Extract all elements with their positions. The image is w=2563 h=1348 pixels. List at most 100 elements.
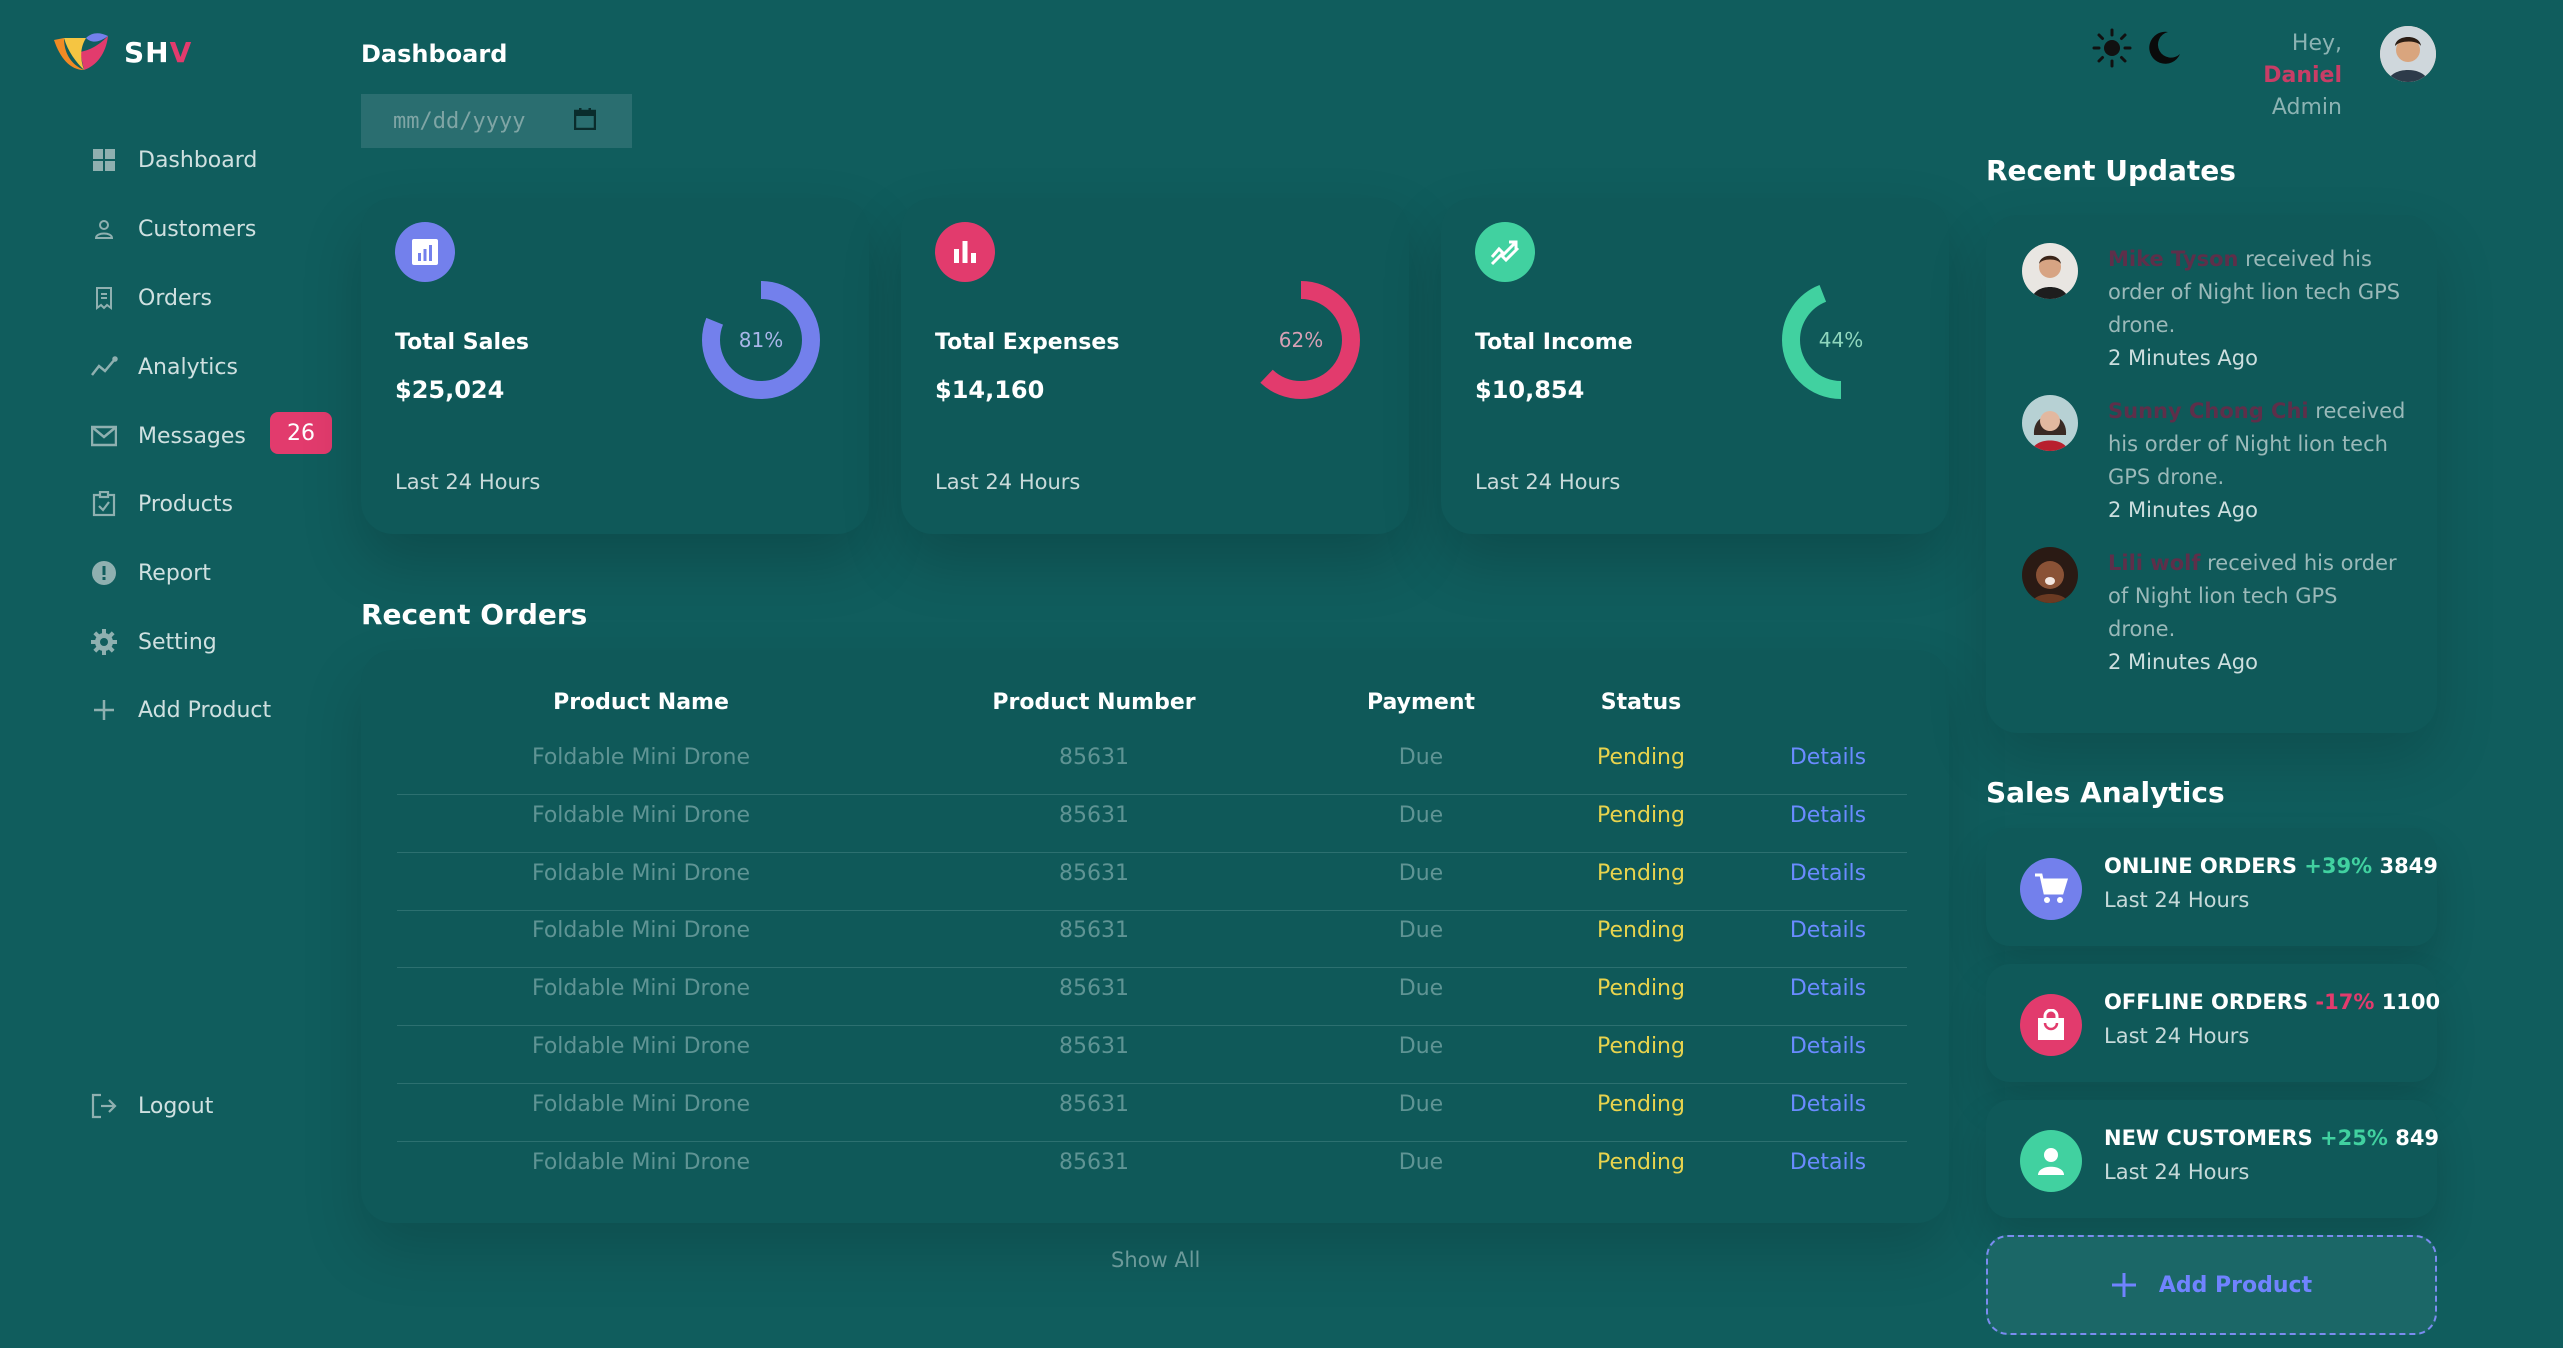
table-row: Foldable Mini Drone 85631 Due Pending Detail… <box>397 1142 1907 1200</box>
recent-orders-title: Recent Orders <box>361 598 588 631</box>
analytics-item-offline-orders: OFFLINE ORDERS -17% 1100 Last 24 Hours <box>1986 964 2441 1082</box>
sidebar-item-products[interactable]: Products <box>90 484 233 524</box>
details-link[interactable]: Details <box>1790 918 1866 943</box>
insight-subtitle: Last 24 Hours <box>1475 470 1621 494</box>
moon-icon <box>2149 31 2180 64</box>
status-cell: Pending <box>1597 1091 1685 1117</box>
details-link[interactable]: Details <box>1790 745 1866 770</box>
recent-orders-table: Product Name Product Number Payment Stat… <box>361 650 1949 1223</box>
sidebar-item-dashboard[interactable]: Dashboard <box>90 140 257 180</box>
analytics-change: +25% <box>2320 1126 2388 1150</box>
insight-card-sales: Total Sales $25,024 Last 24 Hours 81% <box>361 198 869 534</box>
messages-count-badge: 26 <box>270 412 332 454</box>
sidebar-item-setting[interactable]: Setting <box>90 622 217 662</box>
avatar <box>2022 395 2078 451</box>
sidebar-item-orders[interactable]: Orders <box>90 278 212 318</box>
payment-cell: Due <box>1398 860 1444 886</box>
sidebar-item-label: Analytics <box>138 354 238 380</box>
status-cell: Pending <box>1597 1034 1685 1059</box>
sidebar-item-label: Add Product <box>138 697 272 723</box>
add-product-label: Add Product <box>2158 1272 2313 1298</box>
table-row: Foldable Mini Drone 85631 Due Pending Detail… <box>397 910 1907 969</box>
calendar-icon[interactable] <box>574 108 596 130</box>
progress-percent: 81% <box>739 328 783 352</box>
status-cell: Pending <box>1597 802 1685 828</box>
column-header-status: Status <box>1600 690 1682 715</box>
insight-card-income: Total Income $10,854 Last 24 Hours 44% <box>1441 198 1949 534</box>
sidebar-item-label: Messages <box>138 423 246 449</box>
add-product-button[interactable]: Add Product <box>1986 1235 2437 1335</box>
app-name: SHV <box>124 35 193 69</box>
analytics-item-new-customers: NEW CUSTOMERS +25% 849 Last 24 Hours <box>1986 1100 2439 1218</box>
plus-icon <box>90 696 118 724</box>
logout-icon <box>90 1092 118 1120</box>
user-greeting: Hey, Daniel Admin <box>2220 28 2342 124</box>
analytics-title: NEW CUSTOMERS <box>2104 1126 2313 1150</box>
insight-subtitle: Last 24 Hours <box>935 470 1081 494</box>
date-input[interactable]: mm/dd/yyyy <box>361 94 632 148</box>
product-name-cell: Foldable Mini Drone <box>531 802 751 828</box>
analytics-value: 3849 <box>2379 854 2438 878</box>
update-time: 2 Minutes Ago <box>2108 498 2258 522</box>
update-user-name: Mike Tyson <box>2108 247 2239 271</box>
sidebar-item-messages[interactable]: Messages <box>90 416 246 456</box>
sidebar-item-report[interactable]: Report <box>90 553 211 593</box>
insight-subtitle: Last 24 Hours <box>395 470 541 494</box>
details-link[interactable]: Details <box>1790 803 1866 828</box>
progress-percent: 44% <box>1819 328 1863 352</box>
cart-icon <box>2020 858 2082 920</box>
details-link[interactable]: Details <box>1790 1034 1866 1059</box>
insight-value: $10,854 <box>1475 376 1585 404</box>
inventory-icon <box>90 490 118 518</box>
column-header-payment: Payment <box>1366 690 1476 715</box>
table-row: Foldable Mini Drone 85631 Due Pending Detail… <box>397 1084 1907 1142</box>
sidebar-item-label: Setting <box>138 629 217 655</box>
sidebar-item-label: Dashboard <box>138 147 258 173</box>
progress-ring-income: 44% <box>1782 281 1900 399</box>
table-row: Foldable Mini Drone 85631 Due Pending Detail… <box>397 1026 1907 1084</box>
progress-ring-expenses: 62% <box>1242 281 1360 399</box>
report-icon <box>90 559 118 587</box>
light-mode-toggle[interactable] <box>2092 28 2132 72</box>
sidebar-item-label: Orders <box>138 285 212 311</box>
analytics-value: 1100 <box>2381 990 2441 1014</box>
product-number-cell: 85631 <box>1059 1091 1129 1117</box>
app-logo[interactable]: SHV <box>50 30 192 74</box>
product-name-cell: Foldable Mini Drone <box>531 1034 751 1059</box>
analytics-icon <box>90 353 118 381</box>
gear-icon <box>90 628 118 656</box>
dark-mode-toggle[interactable] <box>2146 30 2182 70</box>
product-number-cell: 85631 <box>1059 860 1129 886</box>
analytics-title: ONLINE ORDERS <box>2104 854 2297 878</box>
product-name-cell: Foldable Mini Drone <box>531 1091 751 1117</box>
show-all-link[interactable]: Show All <box>1111 1248 1200 1272</box>
sidebar-item-add-product[interactable]: Add Product <box>90 690 271 730</box>
payment-cell: Due <box>1398 1034 1444 1059</box>
sidebar-item-customers[interactable]: Customers <box>90 209 256 249</box>
product-number-cell: 85631 <box>1059 1034 1129 1059</box>
column-header-product-number: Product Number <box>992 690 1196 715</box>
table-row: Foldable Mini Drone 85631 Due Pending Detail… <box>397 737 1907 795</box>
payment-cell: Due <box>1398 745 1444 770</box>
details-link[interactable]: Details <box>1790 1150 1866 1175</box>
details-link[interactable]: Details <box>1790 976 1866 1001</box>
shopping-bag-icon <box>2020 994 2082 1056</box>
analytics-change: +39% <box>2304 854 2373 878</box>
insight-value: $25,024 <box>395 376 505 404</box>
recent-updates-panel: Mike Tyson received his order of Night l… <box>1986 215 2437 733</box>
analytics-title: OFFLINE ORDERS <box>2104 990 2309 1014</box>
table-row: Foldable Mini Drone 85631 Due Pending Detail… <box>397 795 1907 853</box>
logo-icon <box>54 33 108 70</box>
logout-button[interactable]: Logout <box>90 1086 213 1126</box>
sidebar-item-analytics[interactable]: Analytics <box>90 347 238 387</box>
person-icon <box>90 215 118 243</box>
product-number-cell: 85631 <box>1059 1149 1129 1175</box>
trending-up-icon <box>1475 222 1535 282</box>
analytics-subtitle: Last 24 Hours <box>2104 1024 2250 1048</box>
details-link[interactable]: Details <box>1790 1092 1866 1117</box>
user-role: Admin <box>2271 95 2342 120</box>
details-link[interactable]: Details <box>1790 861 1866 886</box>
user-avatar[interactable] <box>2380 26 2436 82</box>
status-cell: Pending <box>1597 860 1685 886</box>
logout-label: Logout <box>138 1093 214 1119</box>
